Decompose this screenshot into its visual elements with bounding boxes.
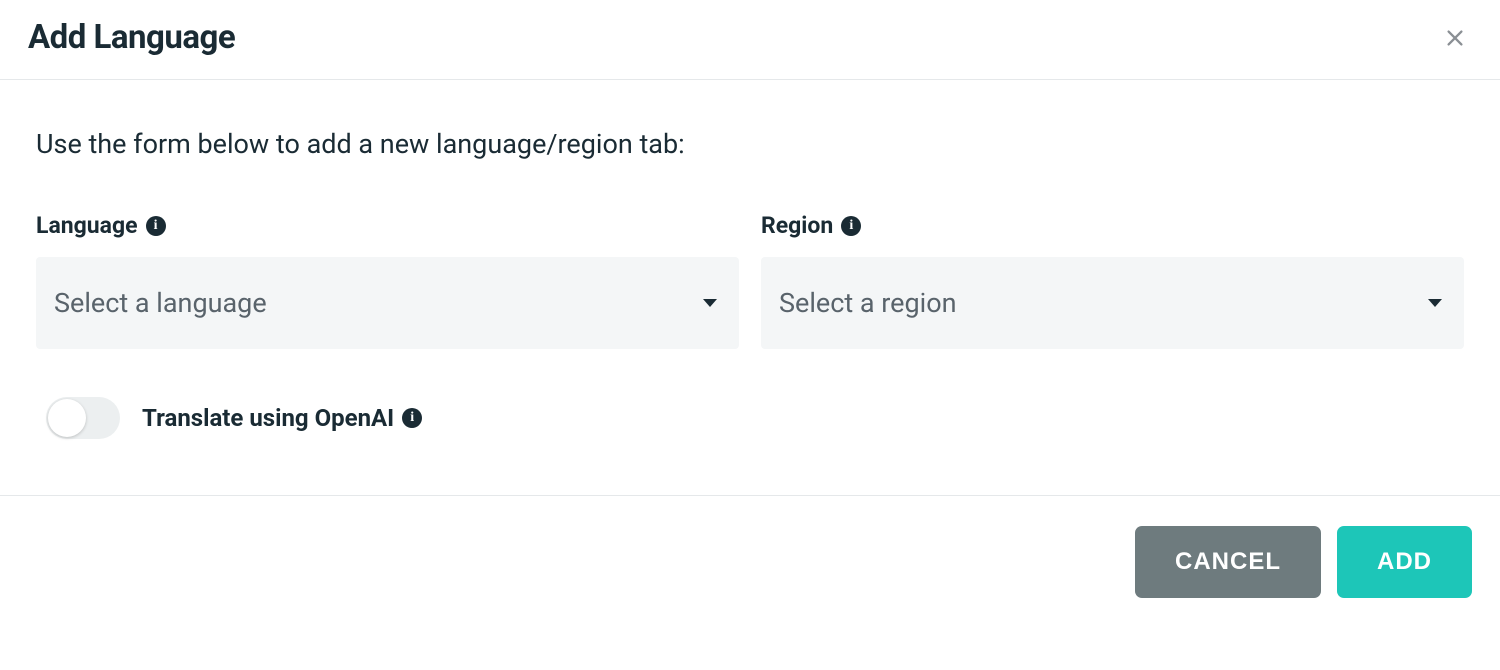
- form-row: Language i Select a language Region i Se…: [36, 212, 1464, 349]
- region-select[interactable]: Select a region: [761, 257, 1464, 349]
- translate-toggle-row: Translate using OpenAI i: [46, 397, 1464, 439]
- add-button[interactable]: ADD: [1337, 526, 1472, 598]
- chevron-down-icon: [1428, 299, 1442, 307]
- modal-footer: CANCEL ADD: [0, 495, 1500, 622]
- region-field-group: Region i Select a region: [761, 212, 1464, 349]
- language-select-placeholder: Select a language: [54, 287, 267, 319]
- region-label-text: Region: [761, 212, 833, 239]
- info-icon[interactable]: i: [841, 216, 861, 236]
- translate-toggle-label-text: Translate using OpenAI: [142, 404, 394, 432]
- language-label-text: Language: [36, 212, 138, 239]
- toggle-knob: [48, 399, 86, 437]
- chevron-down-icon: [703, 299, 717, 307]
- language-select[interactable]: Select a language: [36, 257, 739, 349]
- cancel-button[interactable]: CANCEL: [1135, 526, 1321, 598]
- modal-title: Add Language: [28, 18, 235, 57]
- language-label: Language i: [36, 212, 739, 239]
- close-icon: [1444, 27, 1466, 49]
- modal-header: Add Language: [0, 0, 1500, 80]
- close-button[interactable]: [1444, 27, 1466, 49]
- translate-toggle[interactable]: [46, 397, 120, 439]
- translate-toggle-label: Translate using OpenAI i: [142, 404, 422, 432]
- region-select-placeholder: Select a region: [779, 287, 957, 319]
- info-icon[interactable]: i: [402, 408, 422, 428]
- instruction-text: Use the form below to add a new language…: [36, 128, 1464, 160]
- language-field-group: Language i Select a language: [36, 212, 739, 349]
- info-icon[interactable]: i: [146, 216, 166, 236]
- region-label: Region i: [761, 212, 1464, 239]
- modal-body: Use the form below to add a new language…: [0, 80, 1500, 495]
